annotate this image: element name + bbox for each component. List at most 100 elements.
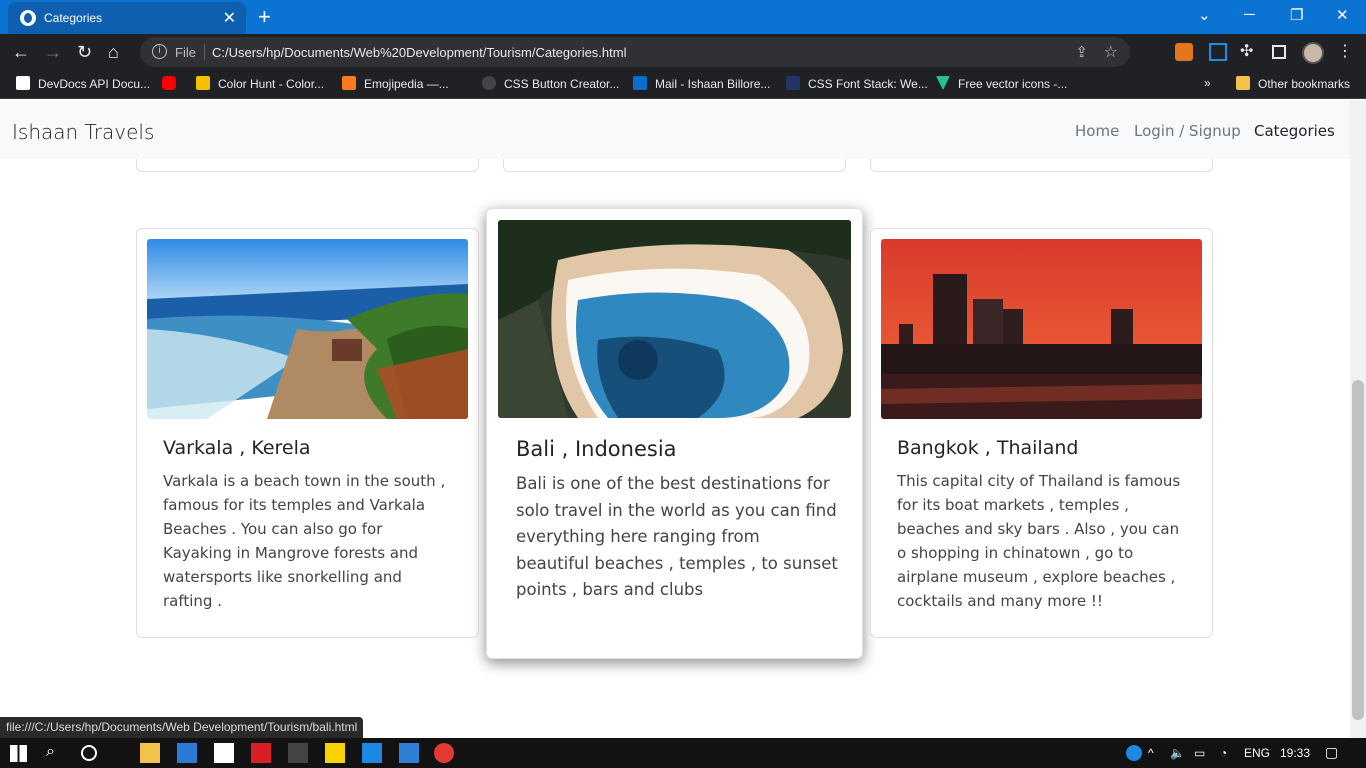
wifi-icon[interactable]: ◔ (1220, 746, 1227, 760)
bookmark-emojipedia[interactable]: Emojipedia —... (342, 76, 449, 91)
app-icon[interactable] (288, 743, 308, 763)
devdocs-icon (16, 76, 30, 90)
folder-icon (1236, 76, 1250, 90)
site-brand[interactable]: Ishaan Travels (12, 120, 154, 144)
clock[interactable]: 19:33 (1280, 746, 1310, 760)
bookmark-label: DevDocs API Docu... (38, 77, 151, 91)
forward-button[interactable]: → (44, 42, 62, 63)
flaticon-icon (936, 76, 950, 90)
nav-home[interactable]: Home (1075, 122, 1119, 140)
language-indicator[interactable]: ENG (1244, 746, 1270, 760)
bookmark-youtube[interactable] (162, 76, 184, 91)
card-image-city (881, 239, 1202, 419)
bookmark-cssbutton[interactable]: CSS Button Creator... (482, 76, 619, 91)
address-separator (204, 44, 205, 60)
gear-icon (482, 76, 496, 90)
bookmark-devdocs[interactable]: DevDocs API Docu... (16, 76, 150, 91)
card-image-cove (498, 220, 851, 418)
restore-button[interactable]: ❐ (1290, 6, 1303, 24)
bookmark-star-icon[interactable]: ☆ (1104, 42, 1118, 62)
bookmark-mail[interactable]: Mail - Ishaan Billore... (633, 76, 770, 91)
browser-toolbar: ← → ↻ ⌂ i File C:/Users/hp/Documents/Web… (0, 34, 1366, 70)
notifications-icon[interactable]: ▢ (1325, 744, 1338, 761)
metamask-extension-icon[interactable] (1175, 43, 1193, 61)
other-bookmarks-label: Other bookmarks (1258, 77, 1351, 91)
bookmark-other[interactable]: Other bookmarks (1236, 76, 1350, 91)
bookmark-label: CSS Button Creator... (504, 77, 620, 91)
card-title: Varkala , Kerela (163, 437, 311, 459)
puzzle-extensions-icon[interactable]: ✣ (1240, 41, 1258, 60)
bookmark-flaticon[interactable]: Free vector icons -... (936, 76, 1067, 91)
new-tab-button[interactable]: + (258, 4, 271, 30)
card-title: Bangkok , Thailand (897, 437, 1079, 459)
link-status-bubble: file:///C:/Users/hp/Documents/Web Develo… (0, 717, 364, 738)
menu-kebab-icon[interactable]: ⋮ (1337, 41, 1355, 60)
battery-icon[interactable]: ▭ (1194, 746, 1205, 760)
destination-card-bangkok[interactable]: Bangkok , Thailand This capital city of … (870, 228, 1213, 638)
bookmark-label: CSS Font Stack: We... (808, 77, 928, 91)
reload-button[interactable]: ↻ (77, 42, 92, 63)
help-icon[interactable] (1126, 745, 1142, 761)
close-window-button[interactable]: ✕ (1336, 6, 1349, 24)
bookmark-cssfontstack[interactable]: CSS Font Stack: We... (786, 76, 928, 91)
browser-tab-strip: Categories ✕ + ⌄ ─ ❐ ✕ (0, 0, 1366, 34)
page-scrollbar[interactable] (1350, 100, 1366, 738)
card-image-beach (147, 239, 468, 419)
tray-chevron-icon[interactable]: ^ (1148, 746, 1154, 760)
tab-search-icon[interactable]: ⌄ (1198, 6, 1211, 24)
address-bar[interactable]: i File C:/Users/hp/Documents/Web%20Devel… (140, 37, 1130, 67)
destination-card-bali[interactable]: Bali , Indonesia Bali is one of the best… (486, 208, 863, 659)
bookmark-label: Mail - Ishaan Billore... (655, 77, 771, 91)
search-icon[interactable]: ⌕ (46, 743, 66, 763)
mail-app-icon[interactable] (177, 743, 197, 763)
vscode-icon[interactable] (362, 743, 382, 763)
cortana-icon[interactable] (81, 745, 97, 761)
minimize-button[interactable]: ─ (1244, 6, 1255, 23)
tab-categories[interactable]: Categories ✕ (8, 2, 246, 34)
profile-avatar[interactable] (1302, 42, 1324, 64)
netflix-icon[interactable] (251, 743, 271, 763)
home-button[interactable]: ⌂ (108, 42, 119, 63)
address-scheme: File (175, 45, 196, 60)
sticky-notes-icon[interactable] (325, 743, 345, 763)
web-page: Ishaan Travels Home Login / Signup Categ… (0, 100, 1350, 738)
beach-image (147, 239, 468, 419)
city-sunset-image (881, 239, 1202, 419)
info-icon[interactable]: i (152, 44, 167, 59)
outlook-icon (633, 76, 647, 90)
chrome-icon[interactable] (434, 743, 454, 763)
nav-login-signup[interactable]: Login / Signup (1134, 122, 1241, 140)
volume-icon[interactable]: 🔈 (1170, 746, 1185, 760)
share-icon[interactable]: ⇪ (1075, 43, 1088, 61)
emojipedia-icon (342, 76, 356, 90)
colorhunt-icon (196, 76, 210, 90)
close-tab-icon[interactable]: ✕ (223, 8, 236, 28)
windows-taskbar: ⌕ ^ 🔈 ▭ ◔ ENG 19:33 ▢ (0, 738, 1366, 768)
bookmark-label: Color Hunt - Color... (218, 77, 325, 91)
destination-card-varkala[interactable]: Varkala , Kerela Varkala is a beach town… (136, 228, 479, 638)
bookmarks-bar: DevDocs API Docu... Color Hunt - Color..… (0, 70, 1366, 99)
site-navbar: Ishaan Travels Home Login / Signup Categ… (0, 100, 1350, 159)
card-title: Bali , Indonesia (516, 437, 677, 461)
scrollbar-thumb[interactable] (1352, 380, 1364, 720)
nav-categories[interactable]: Categories (1254, 122, 1335, 140)
app-icon[interactable] (399, 743, 419, 763)
globe-icon (20, 10, 36, 26)
more-bookmarks-chevron-icon[interactable]: » (1204, 76, 1211, 90)
side-panel-icon[interactable] (1272, 45, 1286, 59)
card-text: Varkala is a beach town in the south , f… (163, 472, 446, 610)
url-text[interactable]: C:/Users/hp/Documents/Web%20Development/… (212, 45, 626, 60)
screenshot-extension-icon[interactable] (1209, 43, 1227, 61)
back-button[interactable]: ← (12, 42, 30, 63)
card-text: Bali is one of the best destinations for… (516, 474, 838, 599)
bookmark-label: Free vector icons -... (958, 77, 1068, 91)
card-text: This capital city of Thailand is famous … (897, 472, 1181, 610)
windows-start-icon[interactable] (10, 745, 27, 762)
file-explorer-icon[interactable] (140, 743, 160, 763)
fontstack-icon (786, 76, 800, 90)
tab-title: Categories (44, 11, 103, 25)
aerial-cove-image (498, 220, 851, 418)
bookmark-colorhunt[interactable]: Color Hunt - Color... (196, 76, 324, 91)
store-icon[interactable] (214, 743, 234, 763)
bookmark-label: Emojipedia —... (364, 77, 449, 91)
